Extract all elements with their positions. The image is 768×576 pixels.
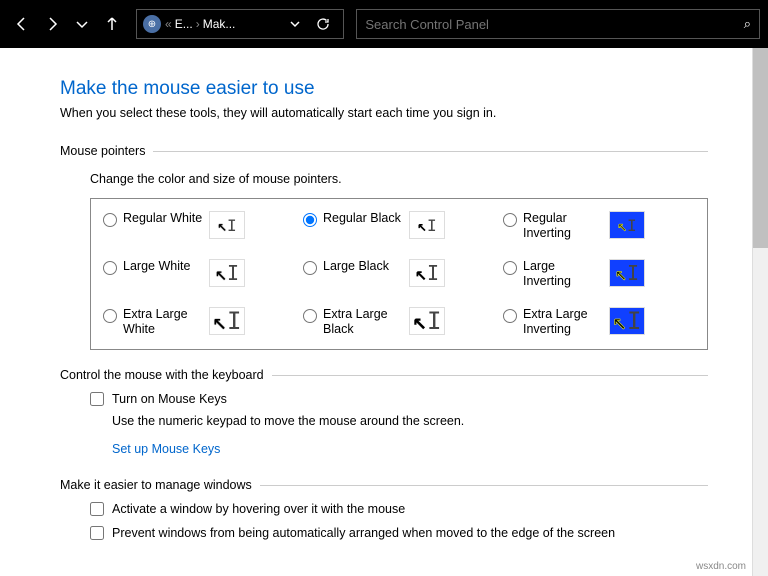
windows-section: Make it easier to manage windows Activat… xyxy=(60,478,708,540)
watermark: wsxdn.com xyxy=(696,561,746,572)
pointer-option[interactable]: Large Inverting↖I xyxy=(503,259,695,289)
cursor-arrow-icon: ↖ xyxy=(413,307,427,335)
pointer-label: Large Inverting xyxy=(523,259,603,289)
pointer-label: Extra Large Black xyxy=(323,307,403,337)
pointer-option[interactable]: Extra Large Black↖I xyxy=(303,307,495,337)
cursor-ibeam-icon: I xyxy=(427,261,439,285)
cursor-ibeam-icon: I xyxy=(227,307,241,335)
cursor-ibeam-icon: I xyxy=(227,216,237,235)
breadcrumb: « E... › Mak... xyxy=(165,17,235,31)
pointer-option[interactable]: Regular Black ↖I xyxy=(303,211,495,241)
pointer-radio[interactable] xyxy=(503,261,517,275)
control-panel-icon: ⊕ xyxy=(143,15,161,33)
cursor-ibeam-icon: I xyxy=(627,261,639,285)
pointer-label: Large Black xyxy=(323,259,403,274)
mousekeys-description: Use the numeric keypad to move the mouse… xyxy=(112,414,708,428)
cursor-arrow-icon: ↖ xyxy=(417,216,427,235)
cursor-arrow-icon: ↖ xyxy=(415,261,427,285)
page-subtitle: When you select these tools, they will a… xyxy=(60,106,708,120)
pointer-radio[interactable] xyxy=(103,309,117,323)
pointer-preview: ↖I xyxy=(409,211,445,239)
pointer-option[interactable]: Regular Inverting↖I xyxy=(503,211,695,241)
hover-row: Activate a window by hovering over it wi… xyxy=(90,502,708,516)
cursor-arrow-icon: ↖ xyxy=(617,216,627,235)
pointer-option[interactable]: Extra Large Inverting↖I xyxy=(503,307,695,337)
cursor-ibeam-icon: I xyxy=(427,216,437,235)
pointer-grid: Regular White↖IRegular Black↖IRegular In… xyxy=(90,198,708,350)
mouse-pointers-section: Mouse pointers Change the color and size… xyxy=(60,144,708,350)
pointer-option[interactable]: Large White ↖I xyxy=(103,259,295,289)
address-dropdown-icon[interactable] xyxy=(281,10,309,38)
pointer-radio[interactable] xyxy=(303,309,317,323)
cursor-ibeam-icon: I xyxy=(227,261,239,285)
mousekeys-row: Turn on Mouse Keys xyxy=(90,392,708,406)
pointers-description: Change the color and size of mouse point… xyxy=(90,172,708,186)
nav-up[interactable] xyxy=(98,10,126,38)
mouse-pointers-legend: Mouse pointers xyxy=(60,144,153,158)
search-input[interactable] xyxy=(365,17,743,32)
pointer-preview: ↖I xyxy=(209,259,245,287)
refresh-icon[interactable] xyxy=(309,10,337,38)
pointer-label: Extra Large Inverting xyxy=(523,307,603,337)
address-bar[interactable]: ⊕ « E... › Mak... xyxy=(136,9,344,39)
nav-forward[interactable] xyxy=(38,10,66,38)
hover-label[interactable]: Activate a window by hovering over it wi… xyxy=(112,502,405,516)
nav-back[interactable] xyxy=(8,10,36,38)
pointer-radio[interactable] xyxy=(503,309,517,323)
arrange-row: Prevent windows from being automatically… xyxy=(90,526,708,540)
keyboard-legend: Control the mouse with the keyboard xyxy=(60,368,272,382)
cursor-arrow-icon: ↖ xyxy=(213,307,227,335)
cursor-ibeam-icon: I xyxy=(627,307,641,335)
pointer-label: Large White xyxy=(123,259,203,274)
windows-legend: Make it easier to manage windows xyxy=(60,478,260,492)
cursor-ibeam-icon: I xyxy=(627,216,637,235)
pointer-label: Regular Black xyxy=(323,211,403,226)
pointer-preview: ↖I xyxy=(209,211,245,239)
pointer-radio[interactable] xyxy=(503,213,517,227)
search-icon[interactable]: ⌕ xyxy=(744,16,751,32)
search-box[interactable]: ⌕ xyxy=(356,9,760,39)
pointer-radio[interactable] xyxy=(103,261,117,275)
mousekeys-checkbox[interactable] xyxy=(90,392,104,406)
pointer-preview: ↖I xyxy=(609,259,645,287)
setup-mousekeys-link[interactable]: Set up Mouse Keys xyxy=(112,442,220,456)
hover-checkbox[interactable] xyxy=(90,502,104,516)
cursor-arrow-icon: ↖ xyxy=(613,307,627,335)
page-title: Make the mouse easier to use xyxy=(60,78,708,100)
pointer-radio[interactable] xyxy=(303,213,317,227)
pointer-option[interactable]: Extra Large White↖I xyxy=(103,307,295,337)
arrange-label[interactable]: Prevent windows from being automatically… xyxy=(112,526,615,540)
pointer-preview: ↖I xyxy=(409,259,445,287)
cursor-ibeam-icon: I xyxy=(427,307,441,335)
arrange-checkbox[interactable] xyxy=(90,526,104,540)
pointer-preview: ↖I xyxy=(609,307,645,335)
cursor-arrow-icon: ↖ xyxy=(615,261,627,285)
cursor-arrow-icon: ↖ xyxy=(215,261,227,285)
pointer-preview: ↖I xyxy=(409,307,445,335)
nav-recent[interactable] xyxy=(68,10,96,38)
pointer-label: Regular White xyxy=(123,211,203,226)
content-area: Make the mouse easier to use When you se… xyxy=(0,48,768,576)
cursor-arrow-icon: ↖ xyxy=(217,216,227,235)
pointer-label: Extra Large White xyxy=(123,307,203,337)
pointer-option[interactable]: Large Black ↖I xyxy=(303,259,495,289)
mousekeys-label[interactable]: Turn on Mouse Keys xyxy=(112,392,227,406)
keyboard-section: Control the mouse with the keyboard Turn… xyxy=(60,368,708,456)
pointer-label: Regular Inverting xyxy=(523,211,603,241)
scrollbar-thumb[interactable] xyxy=(753,48,768,248)
pointer-preview: ↖I xyxy=(209,307,245,335)
toolbar: ⊕ « E... › Mak... ⌕ xyxy=(0,0,768,48)
pointer-radio[interactable] xyxy=(303,261,317,275)
pointer-option[interactable]: Regular White ↖I xyxy=(103,211,295,241)
scrollbar[interactable] xyxy=(752,48,768,576)
pointer-radio[interactable] xyxy=(103,213,117,227)
pointer-preview: ↖I xyxy=(609,211,645,239)
